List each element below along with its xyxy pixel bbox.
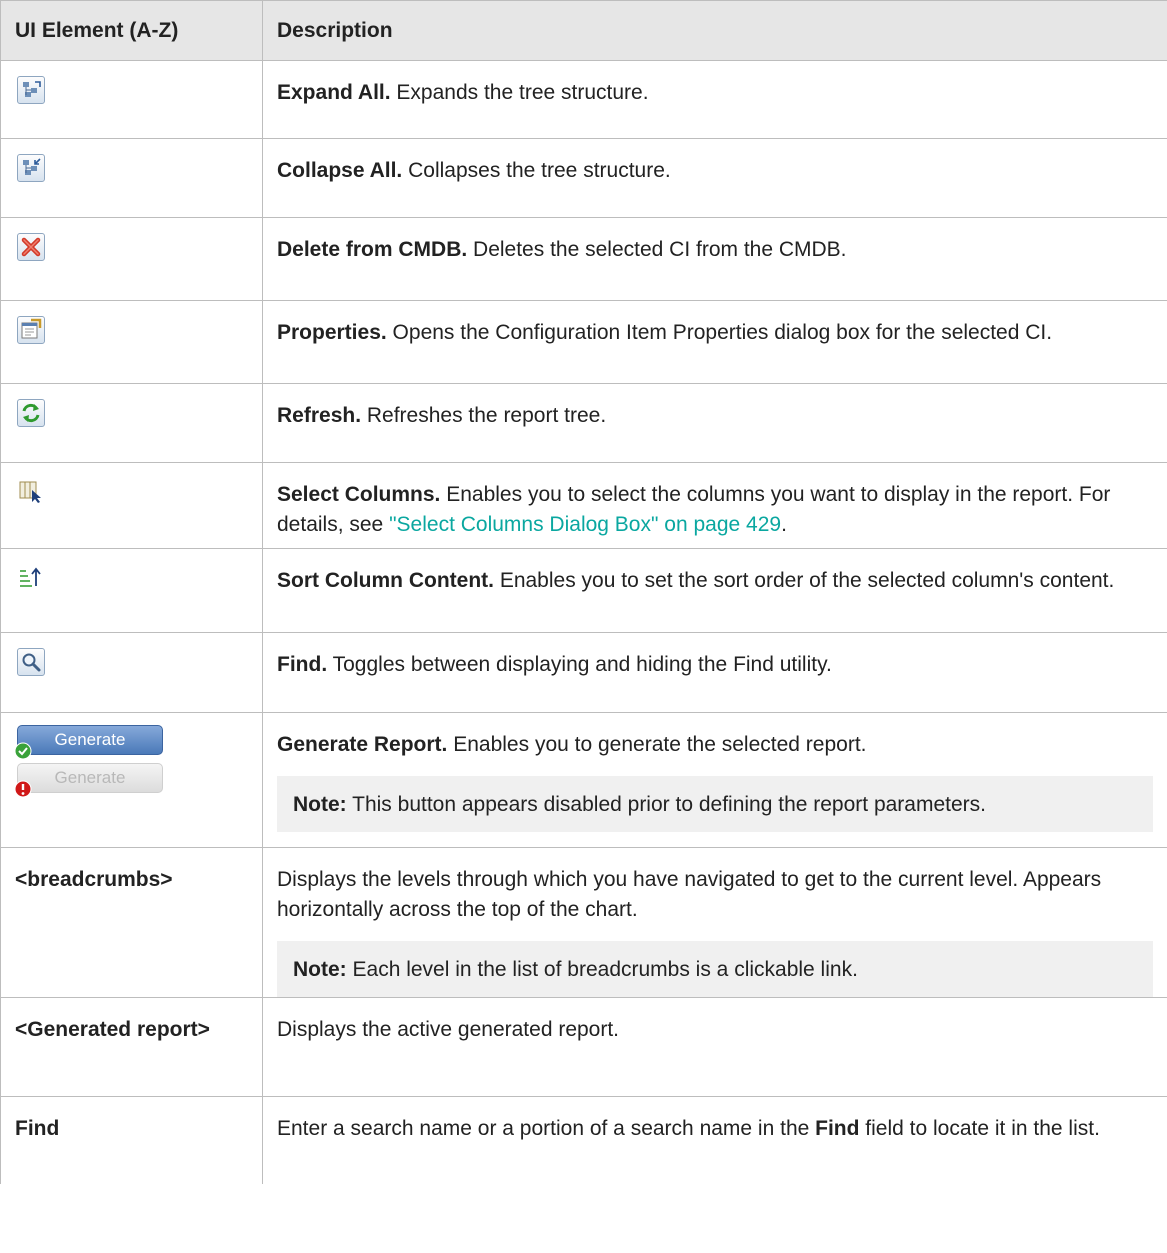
item-description-end: . [781, 513, 787, 536]
note-box: Note: This button appears disabled prior… [277, 776, 1153, 832]
item-title: Find. [277, 653, 328, 676]
item-title: Expand All. [277, 81, 391, 104]
item-title: Sort Column Content. [277, 569, 494, 592]
find-field-name: Find [815, 1117, 860, 1140]
expand-all-icon [17, 76, 45, 104]
collapse-all-icon [17, 154, 45, 182]
find-icon [17, 648, 45, 676]
item-description: Toggles between displaying and hiding th… [327, 653, 832, 676]
ui-elements-table: UI Element (A-Z) Description Expand All.… [0, 0, 1167, 1184]
item-description: Enter a search name or a portion of a se… [277, 1117, 816, 1140]
properties-icon [17, 316, 45, 344]
refresh-icon [17, 399, 45, 427]
generate-button: Generate [14, 725, 163, 760]
column-header-ui-element: UI Element (A-Z) [0, 0, 263, 61]
check-icon [14, 742, 32, 760]
item-description: Displays the levels through which you ha… [277, 868, 1102, 921]
error-icon [14, 780, 32, 798]
table-row: Expand All. Expands the tree structure. [0, 60, 1167, 139]
table-row: Sort Column Content. Enables you to set … [0, 548, 1167, 633]
delete-icon [17, 233, 45, 261]
item-title: Generate Report. [277, 733, 448, 756]
generate-button-label: Generate [54, 730, 126, 749]
note-box: Note: Each level in the list of breadcru… [277, 941, 1153, 997]
note-label: Note: [293, 958, 347, 981]
item-description: Opens the Configuration Item Properties … [386, 321, 1053, 344]
table-row: Find. Toggles between displaying and hid… [0, 632, 1167, 713]
note-text: Each level in the list of breadcrumbs is… [346, 958, 858, 981]
item-description: Enables you to generate the selected rep… [447, 733, 867, 756]
element-label: Find [15, 1117, 60, 1140]
note-text: This button appears disabled prior to de… [346, 793, 986, 816]
item-description: Expands the tree structure. [390, 81, 649, 104]
item-description: Enables you to set the sort order of the… [493, 569, 1115, 592]
table-row: Find Enter a search name or a portion of… [0, 1096, 1167, 1184]
note-label: Note: [293, 793, 347, 816]
item-title: Properties. [277, 321, 387, 344]
item-description-end: field to locate it in the list. [859, 1117, 1100, 1140]
table-row: Collapse All. Collapses the tree structu… [0, 138, 1167, 218]
table-row: Refresh. Refreshes the report tree. [0, 383, 1167, 463]
column-header-description: Description [262, 0, 1167, 61]
table-row: Delete from CMDB. Deletes the selected C… [0, 217, 1167, 301]
item-title: Collapse All. [277, 159, 403, 182]
item-description: Refreshes the report tree. [361, 404, 607, 427]
table-row: Generate Generate Generate Report. Enabl… [0, 712, 1167, 848]
table-row: <Generated report> Displays the active g… [0, 997, 1167, 1097]
item-title: Refresh. [277, 404, 362, 427]
table-header-row: UI Element (A-Z) Description [0, 0, 1167, 61]
table-row: <breadcrumbs> Displays the levels throug… [0, 847, 1167, 998]
element-label: <Generated report> [15, 1018, 210, 1041]
generate-button-disabled-label: Generate [54, 768, 126, 787]
item-title: Select Columns. [277, 483, 441, 506]
item-title: Delete from CMDB. [277, 238, 468, 261]
generate-button-disabled: Generate [14, 763, 163, 798]
select-columns-dialog-link[interactable]: "Select Columns Dialog Box" on page 429 [389, 513, 781, 536]
item-description: Deletes the selected CI from the CMDB. [467, 238, 847, 261]
sort-column-icon [17, 564, 43, 590]
table-row: Properties. Opens the Configuration Item… [0, 300, 1167, 384]
element-label: <breadcrumbs> [15, 868, 173, 891]
select-columns-icon [17, 478, 43, 504]
item-description: Displays the active generated report. [277, 1018, 620, 1041]
table-row: Select Columns. Enables you to select th… [0, 462, 1167, 549]
item-description: Collapses the tree structure. [402, 159, 671, 182]
